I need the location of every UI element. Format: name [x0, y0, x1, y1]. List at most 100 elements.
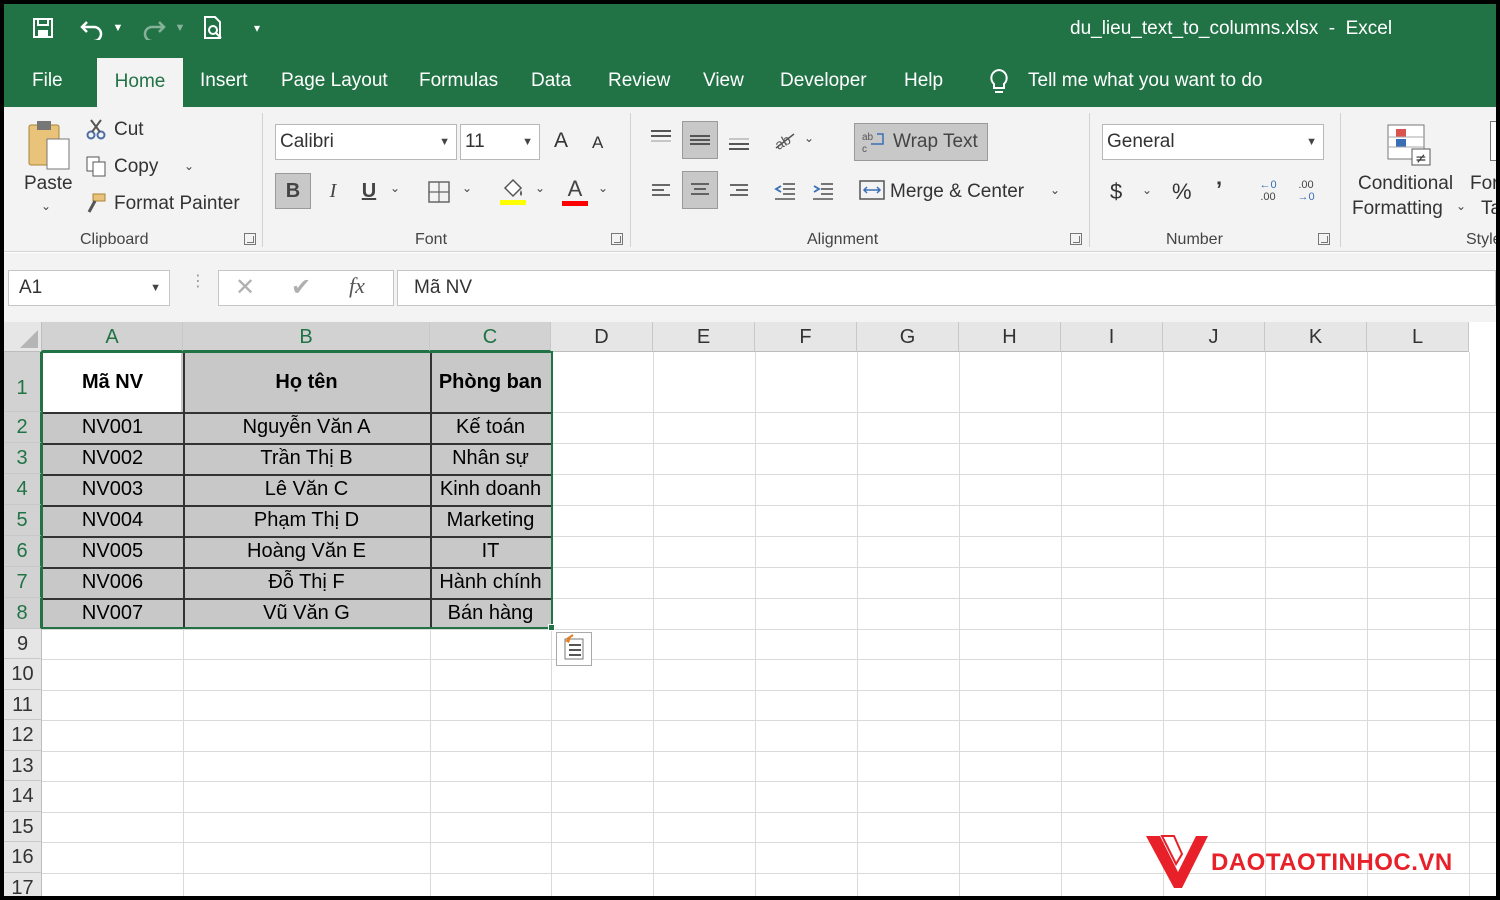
splitter-dots-icon[interactable]: ⋮	[190, 274, 206, 297]
table-cell[interactable]: Hoàng Văn E	[183, 536, 430, 567]
underline-button[interactable]: U	[354, 173, 384, 209]
paste-dropdown-icon[interactable]: ⌄	[41, 199, 51, 213]
format-as-table-icon[interactable]	[1490, 121, 1496, 161]
tab-view[interactable]: View	[703, 54, 744, 107]
column-header-k[interactable]: K	[1265, 322, 1367, 352]
cancel-icon[interactable]: ✕	[235, 273, 255, 302]
orientation-icon[interactable]: ab	[770, 125, 800, 155]
row-header-8[interactable]: 8	[4, 598, 42, 629]
row-header-6[interactable]: 6	[4, 536, 42, 567]
table-cell[interactable]: NV006	[42, 567, 183, 598]
row-header-12[interactable]: 12	[4, 720, 42, 751]
worksheet-grid[interactable]: ABCDEFGHIJKL 1 2 3 4 5 6 7 8 9 10 11 12 13 14 15 16 17 M…	[4, 322, 1496, 896]
paste-icon[interactable]	[18, 115, 78, 175]
column-header-h[interactable]: H	[959, 322, 1061, 352]
bold-button[interactable]: B	[275, 173, 311, 209]
paste-label[interactable]: Paste	[24, 173, 73, 195]
column-header-b[interactable]: B	[183, 322, 430, 352]
tab-insert[interactable]: Insert	[200, 54, 248, 107]
tab-page-layout[interactable]: Page Layout	[281, 54, 388, 107]
conditional-formatting-icon[interactable]: ≠	[1384, 119, 1434, 169]
currency-dropdown-icon[interactable]: ⌄	[1142, 183, 1152, 197]
table-cell[interactable]: Kinh doanh	[430, 474, 551, 505]
row-header-10[interactable]: 10	[4, 659, 42, 690]
row-header-4[interactable]: 4	[4, 474, 42, 505]
comma-button[interactable]: ’	[1216, 177, 1222, 203]
align-top-icon[interactable]	[644, 121, 678, 155]
row-header-5[interactable]: 5	[4, 505, 42, 536]
row-header-7[interactable]: 7	[4, 567, 42, 598]
increase-indent-icon[interactable]	[808, 173, 838, 209]
font-color-dropdown-icon[interactable]: ⌄	[598, 181, 608, 195]
font-name-select[interactable]: Calibri ▼	[275, 124, 457, 160]
borders-icon[interactable]	[424, 177, 454, 207]
merge-center-button[interactable]: Merge & Center	[890, 181, 1024, 203]
row-header-16[interactable]: 16	[4, 842, 42, 873]
column-header-c[interactable]: C	[430, 322, 551, 352]
column-header-d[interactable]: D	[551, 322, 653, 352]
wrap-text-button[interactable]: ab c Wrap Text	[854, 123, 988, 161]
grow-font-button[interactable]: A	[554, 129, 568, 153]
table-cell[interactable]: Lê Văn C	[183, 474, 430, 505]
row-header-11[interactable]: 11	[4, 690, 42, 720]
column-header-a[interactable]: A	[42, 322, 183, 352]
table-cell[interactable]: NV001	[42, 412, 183, 443]
font-color-button[interactable]: A	[560, 173, 590, 209]
column-header-f[interactable]: F	[755, 322, 857, 352]
conditional-formatting-label-1[interactable]: Conditional	[1358, 173, 1453, 195]
header-cell[interactable]: Phòng ban	[430, 352, 551, 412]
clipboard-launcher-icon[interactable]	[244, 233, 256, 245]
table-cell[interactable]: Phạm Thị D	[183, 505, 430, 536]
merge-center-icon[interactable]	[858, 175, 886, 205]
table-cell[interactable]: NV007	[42, 598, 183, 629]
row-header-3[interactable]: 3	[4, 443, 42, 474]
header-cell[interactable]: Họ tên	[183, 352, 430, 412]
number-format-select[interactable]: General ▼	[1102, 124, 1324, 160]
column-header-i[interactable]: I	[1061, 322, 1163, 352]
name-box[interactable]: A1 ▼	[8, 270, 170, 306]
column-header-j[interactable]: J	[1163, 322, 1265, 352]
decrease-decimal-button[interactable]: .00 →0	[1290, 173, 1322, 209]
tell-me-search[interactable]: Tell me what you want to do	[1028, 54, 1262, 107]
increase-decimal-button[interactable]: ←0.00	[1252, 173, 1284, 209]
table-cell[interactable]: NV003	[42, 474, 183, 505]
enter-icon[interactable]: ✔	[291, 273, 311, 302]
copy-icon[interactable]	[84, 154, 108, 178]
format-as-table-label-1[interactable]: For	[1470, 173, 1496, 195]
borders-dropdown-icon[interactable]: ⌄	[462, 181, 472, 195]
conditional-formatting-dropdown-icon[interactable]: ⌄	[1456, 199, 1466, 213]
redo-icon[interactable]	[138, 14, 170, 42]
percent-button[interactable]: %	[1172, 179, 1192, 205]
align-middle-icon[interactable]	[682, 121, 718, 159]
fill-color-icon[interactable]	[498, 173, 528, 209]
table-cell[interactable]: NV004	[42, 505, 183, 536]
undo-dropdown-icon[interactable]: ▼	[110, 14, 126, 42]
tab-formulas[interactable]: Formulas	[419, 54, 498, 107]
alignment-launcher-icon[interactable]	[1070, 233, 1082, 245]
format-as-table-label-2[interactable]: Ta	[1481, 198, 1496, 220]
align-center-icon[interactable]	[682, 171, 718, 209]
tab-review[interactable]: Review	[608, 54, 670, 107]
column-header-g[interactable]: G	[857, 322, 959, 352]
row-header-9[interactable]: 9	[4, 629, 42, 659]
font-launcher-icon[interactable]	[611, 233, 623, 245]
copy-dropdown-icon[interactable]: ⌄	[184, 159, 194, 173]
format-painter-icon[interactable]	[84, 191, 108, 215]
row-header-17[interactable]: 17	[4, 873, 42, 896]
table-cell[interactable]: Đỗ Thị F	[183, 567, 430, 598]
align-right-icon[interactable]	[722, 173, 756, 209]
save-icon[interactable]	[28, 14, 58, 42]
italic-button[interactable]: I	[316, 173, 350, 209]
tab-home[interactable]: Home	[97, 58, 183, 107]
merge-dropdown-icon[interactable]: ⌄	[1050, 183, 1060, 197]
row-header-1[interactable]: 1	[4, 352, 42, 412]
table-cell[interactable]: Kế toán	[430, 412, 551, 443]
customize-toolbar-icon[interactable]: ▾	[248, 14, 266, 42]
number-launcher-icon[interactable]	[1318, 233, 1330, 245]
tab-developer[interactable]: Developer	[780, 54, 867, 107]
conditional-formatting-label-2[interactable]: Formatting	[1352, 198, 1443, 220]
redo-dropdown-icon[interactable]: ▼	[172, 14, 188, 42]
table-cell[interactable]: Vũ Văn G	[183, 598, 430, 629]
table-cell[interactable]: Nguyễn Văn A	[183, 412, 430, 443]
row-header-2[interactable]: 2	[4, 412, 42, 443]
